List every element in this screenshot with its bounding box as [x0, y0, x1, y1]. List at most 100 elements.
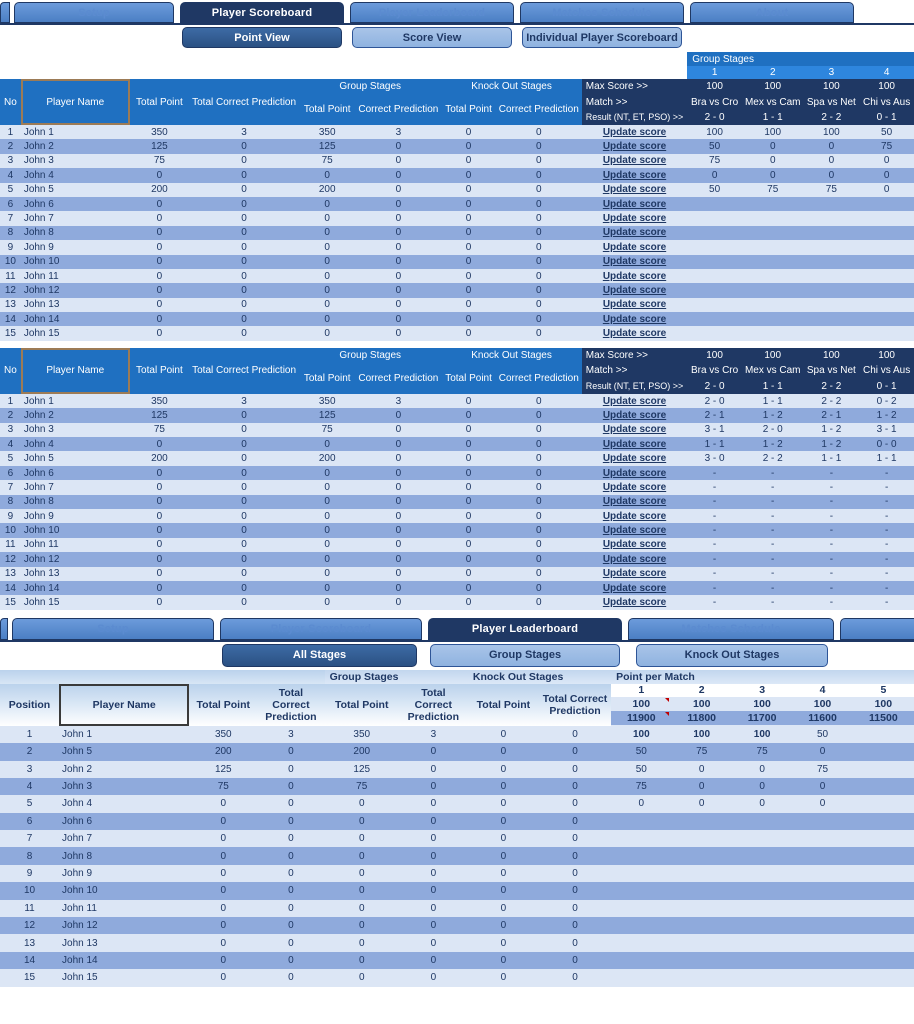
cell-player-name: John 4: [20, 437, 130, 452]
update-score-link-cell[interactable]: Update score: [581, 153, 688, 169]
update-score-link-cell[interactable]: Update score: [581, 254, 688, 269]
tab-player-scoreboard[interactable]: Player Scoreboard: [220, 617, 422, 640]
tab-player-scoreboard[interactable]: Player Scoreboard: [180, 2, 344, 23]
update-score-link[interactable]: Update score: [603, 468, 666, 479]
update-score-link-cell[interactable]: Update score: [581, 408, 688, 423]
update-score-link[interactable]: Update score: [603, 328, 666, 339]
update-score-link-cell[interactable]: Update score: [581, 297, 688, 313]
update-score-link-cell[interactable]: Update score: [581, 240, 688, 255]
update-score-link-cell[interactable]: Update score: [581, 268, 688, 284]
update-score-link[interactable]: Update score: [603, 453, 666, 464]
update-score-link-cell[interactable]: Update score: [581, 393, 688, 409]
update-score-link[interactable]: Update score: [603, 396, 666, 407]
button-score-view[interactable]: Score View: [352, 27, 512, 48]
cell-position: 4: [0, 777, 60, 796]
cell-match-score-3: -: [803, 537, 860, 553]
update-score-link-cell[interactable]: Update score: [581, 225, 688, 241]
button-knock-out-stages[interactable]: Knock Out Stages: [636, 643, 828, 667]
button-group-stages[interactable]: Group Stages: [430, 643, 620, 667]
tab-matches-schedule[interactable]: Matches Schedule: [520, 2, 684, 23]
cell-position: 6: [0, 812, 60, 831]
button-point-view[interactable]: Point View: [182, 27, 342, 48]
update-score-link-cell[interactable]: Update score: [581, 283, 688, 298]
cell-ko-correct-prediction: 0: [495, 240, 582, 255]
update-score-link[interactable]: Update score: [603, 271, 666, 282]
tab-player-leaderboard[interactable]: Player Leaderboard: [350, 2, 514, 23]
tab-partial-left[interactable]: [0, 617, 8, 640]
tab-partial-left[interactable]: [0, 2, 10, 23]
update-score-link-cell[interactable]: Update score: [581, 211, 688, 226]
update-score-link[interactable]: Update score: [603, 554, 666, 565]
update-score-link[interactable]: Update score: [603, 439, 666, 450]
update-score-link-cell[interactable]: Update score: [581, 537, 688, 553]
cell-point-per-match-4: [792, 951, 853, 970]
update-score-link-cell[interactable]: Update score: [581, 139, 688, 154]
update-score-link-cell[interactable]: Update score: [581, 480, 688, 495]
update-score-link-cell[interactable]: Update score: [581, 494, 688, 509]
cell-gs-total-point: 0: [299, 437, 356, 452]
update-score-link-cell[interactable]: Update score: [581, 125, 688, 140]
match-number-4: 4: [859, 66, 914, 79]
tab-about[interactable]: About: [690, 2, 854, 23]
band-group-stages: Group Stages: [687, 52, 914, 66]
cell-no: 1: [0, 393, 21, 409]
update-score-link[interactable]: Update score: [603, 482, 666, 493]
update-score-link[interactable]: Update score: [603, 410, 666, 421]
update-score-link[interactable]: Update score: [603, 568, 666, 579]
update-score-link-cell[interactable]: Update score: [581, 422, 688, 438]
tab-matches-schedule[interactable]: Matches Schedule: [628, 617, 834, 640]
cell-total-correct-prediction: 0: [189, 139, 300, 154]
tab-about[interactable]: [840, 617, 914, 640]
update-score-link[interactable]: Update score: [603, 299, 666, 310]
update-score-link[interactable]: Update score: [603, 127, 666, 138]
update-score-link-cell[interactable]: Update score: [581, 326, 688, 341]
update-score-link[interactable]: Update score: [603, 597, 666, 608]
cell-gs-total-point: 0: [299, 508, 356, 524]
update-score-link[interactable]: Update score: [603, 539, 666, 550]
update-score-link[interactable]: Update score: [603, 242, 666, 253]
update-score-link[interactable]: Update score: [603, 583, 666, 594]
cell-match-score-2: 2 - 2: [741, 451, 804, 466]
update-score-link-cell[interactable]: Update score: [581, 196, 688, 212]
update-score-link-cell[interactable]: Update score: [581, 437, 688, 452]
button-individual-player-scoreboard[interactable]: Individual Player Scoreboard: [522, 27, 682, 48]
update-score-link-cell[interactable]: Update score: [581, 312, 688, 327]
update-score-link-cell[interactable]: Update score: [581, 566, 688, 581]
update-score-link[interactable]: Update score: [603, 314, 666, 325]
cell-total-correct-prediction: 0: [189, 480, 300, 495]
cell-no: 15: [0, 595, 21, 610]
update-score-link[interactable]: Update score: [603, 525, 666, 536]
update-score-link-cell[interactable]: Update score: [581, 595, 688, 610]
update-score-link[interactable]: Update score: [603, 170, 666, 181]
cell-match-score-2: -: [741, 566, 804, 581]
update-score-link-cell[interactable]: Update score: [581, 523, 688, 538]
update-score-link[interactable]: Update score: [603, 227, 666, 238]
update-score-link[interactable]: Update score: [603, 256, 666, 267]
tab-setup[interactable]: Setup: [14, 2, 174, 23]
tab-setup[interactable]: Setup: [12, 617, 214, 640]
update-score-link[interactable]: Update score: [603, 511, 666, 522]
update-score-link[interactable]: Update score: [603, 496, 666, 507]
update-score-link-cell[interactable]: Update score: [581, 465, 688, 481]
update-score-link[interactable]: Update score: [603, 141, 666, 152]
update-score-link[interactable]: Update score: [603, 285, 666, 296]
update-score-link-cell[interactable]: Update score: [581, 451, 688, 466]
update-score-link[interactable]: Update score: [603, 155, 666, 166]
cell-total-correct-prediction: 0: [189, 211, 300, 226]
update-score-link-cell[interactable]: Update score: [581, 168, 688, 183]
update-score-link[interactable]: Update score: [603, 424, 666, 435]
tab-player-leaderboard[interactable]: Player Leaderboard: [428, 617, 622, 640]
cell-gs-total-point: 75: [324, 777, 399, 796]
spreadsheet-page: Setup Player Scoreboard Player Leaderboa…: [0, 0, 914, 1024]
button-all-stages[interactable]: All Stages: [222, 643, 417, 667]
cell-no: 4: [0, 437, 21, 452]
update-score-link-cell[interactable]: Update score: [581, 182, 688, 197]
update-score-link-cell[interactable]: Update score: [581, 580, 688, 596]
cell-player-name: John 13: [59, 934, 190, 952]
match-name-4: Chi vs Aus: [859, 94, 914, 110]
update-score-link[interactable]: Update score: [603, 199, 666, 210]
update-score-link-cell[interactable]: Update score: [581, 508, 688, 524]
update-score-link-cell[interactable]: Update score: [581, 552, 688, 567]
update-score-link[interactable]: Update score: [603, 213, 666, 224]
update-score-link[interactable]: Update score: [603, 184, 666, 195]
